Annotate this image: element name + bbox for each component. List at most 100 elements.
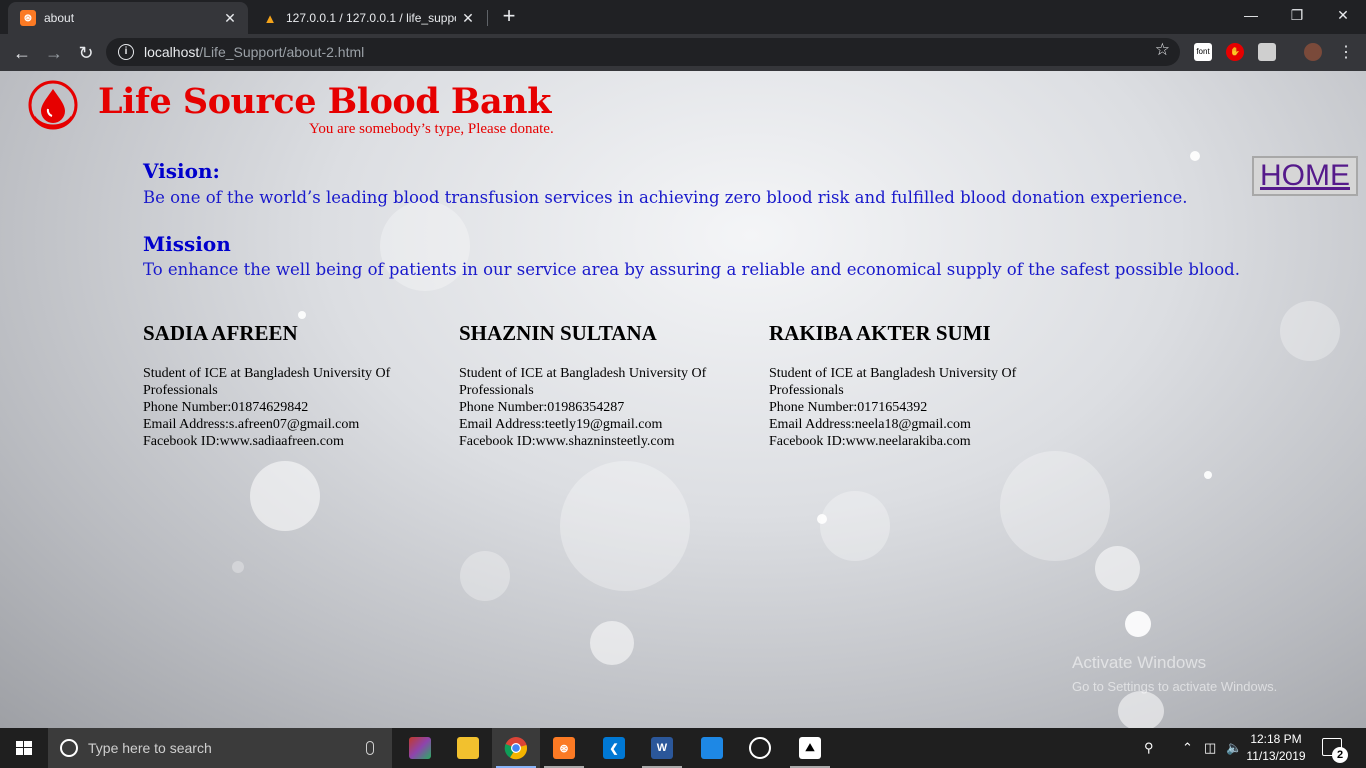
cube-extension-icon[interactable]: [1258, 43, 1276, 61]
url-path: /Life_Support/about-2.html: [199, 44, 365, 60]
tab-phpmyadmin[interactable]: ▲ 127.0.0.1 / 127.0.0.1 / life_suppor ✕: [250, 2, 486, 34]
browser-toolbar: ← → ↻ i localhost/Life_Support/about-2.h…: [0, 34, 1366, 71]
back-icon[interactable]: ←: [8, 39, 36, 67]
clock-time: 12:18 PM: [1250, 732, 1302, 746]
reload-icon[interactable]: ↻: [72, 39, 100, 67]
winrar-icon: [409, 737, 431, 759]
font-extension-icon[interactable]: font: [1194, 43, 1212, 61]
browser-tab-strip: ⊛ about ✕ ▲ 127.0.0.1 / 127.0.0.1 / life…: [0, 0, 1366, 34]
mountain-photo-icon: [749, 737, 771, 759]
xampp-icon: ⊛: [553, 737, 575, 759]
phpmyadmin-icon: ▲: [263, 10, 277, 26]
bokeh-decoration: [298, 311, 306, 319]
new-tab-button[interactable]: +: [497, 4, 521, 30]
people-icon[interactable]: ⚲: [1144, 728, 1154, 768]
battery-icon[interactable]: ◫: [1204, 728, 1216, 768]
taskbar-app-image-viewer[interactable]: ⛰: [786, 728, 834, 768]
bokeh-decoration: [250, 461, 320, 531]
xampp-icon: ⊛: [20, 10, 36, 26]
member-phone: Phone Number:01986354287: [459, 400, 625, 415]
member-card-shaznin: SHAZNIN SULTANA Student of ICE at Bangla…: [459, 321, 706, 450]
font-extension-label: font: [1196, 47, 1210, 56]
vscode-icon: ❮: [603, 737, 625, 759]
close-window-icon[interactable]: ✕: [1320, 0, 1366, 30]
bokeh-decoration: [1190, 151, 1200, 161]
search-placeholder: Type here to search: [88, 740, 212, 756]
member-email: Email Address:neela18@gmail.com: [769, 417, 971, 432]
close-tab-icon[interactable]: ✕: [456, 10, 480, 27]
cortana-search-icon: [60, 739, 78, 757]
bokeh-decoration: [460, 551, 510, 601]
member-description-cont: Professionals: [459, 383, 534, 398]
member-facebook: Facebook ID:www.neelarakiba.com: [769, 434, 971, 449]
taskbar-clock[interactable]: 12:18 PM 11/13/2019: [1240, 731, 1312, 765]
adblock-extension-icon[interactable]: ✋: [1226, 43, 1244, 61]
watermark-subtitle: Go to Settings to activate Windows.: [1072, 679, 1278, 694]
taskbar-search[interactable]: Type here to search: [48, 728, 392, 768]
site-tagline: You are somebody’s type, Please donate.: [309, 121, 554, 137]
restore-icon[interactable]: ❐: [1274, 0, 1320, 30]
site-title: Life Source Blood Bank: [98, 81, 551, 122]
bokeh-decoration: [1095, 546, 1140, 591]
mission-text: To enhance the well being of patients in…: [143, 260, 1240, 279]
address-bar[interactable]: i localhost/Life_Support/about-2.html ☆: [106, 38, 1180, 66]
member-facebook: Facebook ID:www.shazninsteetly.com: [459, 434, 675, 449]
info-icon[interactable]: i: [118, 44, 134, 60]
taskbar-app-photos[interactable]: [688, 728, 736, 768]
member-card-sadia: SADIA AFREEN Student of ICE at Banglades…: [143, 321, 390, 450]
member-phone: Phone Number:0171654392: [769, 400, 928, 415]
chrome-icon: [504, 737, 528, 760]
bokeh-decoration: [1204, 471, 1212, 479]
taskbar-app-word[interactable]: W: [638, 728, 686, 768]
show-hidden-icons-chevron-icon[interactable]: ⌃: [1182, 728, 1193, 768]
member-description: Student of ICE at Bangladesh University …: [143, 366, 391, 381]
taskbar-app-chrome[interactable]: [492, 728, 540, 768]
bokeh-decoration: [1118, 691, 1164, 728]
bokeh-decoration: [1000, 451, 1110, 561]
activate-windows-watermark: Activate Windows Go to Settings to activ…: [1072, 653, 1277, 694]
close-tab-icon[interactable]: ✕: [218, 10, 242, 27]
taskbar-app-vscode[interactable]: ❮: [590, 728, 638, 768]
member-description: Student of ICE at Bangladesh University …: [769, 366, 1017, 381]
bokeh-decoration: [820, 491, 890, 561]
vision-text: Be one of the world’s leading blood tran…: [143, 188, 1188, 207]
microphone-icon[interactable]: [366, 741, 374, 755]
member-email: Email Address:teetly19@gmail.com: [459, 417, 663, 432]
member-description-cont: Professionals: [143, 383, 218, 398]
windows-taskbar: Type here to search ⊛ ❮ W ⛰ ⚲ ⌃ ◫ 🔈 12:1…: [0, 728, 1366, 768]
profile-avatar[interactable]: [1304, 43, 1322, 61]
vision-heading: Vision:: [143, 159, 220, 183]
picture-icon: ⛰: [799, 737, 821, 759]
bokeh-decoration: [1125, 611, 1151, 637]
tab-about[interactable]: ⊛ about ✕: [8, 2, 248, 34]
taskbar-app-xampp[interactable]: ⊛: [540, 728, 588, 768]
page-content: Life Source Blood Bank You are somebody’…: [0, 71, 1366, 728]
blood-drop-logo-icon: [28, 80, 78, 130]
mission-heading: Mission: [143, 232, 231, 256]
watermark-title: Activate Windows: [1072, 653, 1207, 672]
member-name: SADIA AFREEN: [143, 321, 298, 345]
member-email: Email Address:s.afreen07@gmail.com: [143, 417, 360, 432]
member-name: SHAZNIN SULTANA: [459, 321, 657, 345]
taskbar-app-winrar[interactable]: [396, 728, 444, 768]
bokeh-decoration: [590, 621, 634, 665]
image-file-icon: [701, 737, 723, 759]
member-description: Student of ICE at Bangladesh University …: [459, 366, 707, 381]
forward-icon[interactable]: →: [40, 39, 68, 67]
word-icon: W: [651, 737, 673, 759]
bookmark-star-icon[interactable]: ☆: [1155, 40, 1170, 60]
tab-title: about: [44, 11, 75, 25]
tab-separator: [487, 10, 488, 26]
url-host: localhost: [144, 44, 200, 60]
minimize-icon[interactable]: —: [1228, 0, 1274, 30]
member-name: RAKIBA AKTER SUMI: [769, 321, 991, 345]
windows-start-icon[interactable]: [0, 728, 48, 768]
taskbar-app-snip[interactable]: [736, 728, 784, 768]
folder-icon: [457, 737, 479, 759]
notification-count-badge: 2: [1332, 747, 1348, 763]
home-button[interactable]: HOME: [1252, 156, 1358, 196]
menu-icon[interactable]: ⋮: [1332, 39, 1360, 67]
member-card-rakiba: RAKIBA AKTER SUMI Student of ICE at Bang…: [769, 321, 1016, 450]
taskbar-app-file-explorer[interactable]: [444, 728, 492, 768]
clock-date: 11/13/2019: [1246, 749, 1306, 763]
